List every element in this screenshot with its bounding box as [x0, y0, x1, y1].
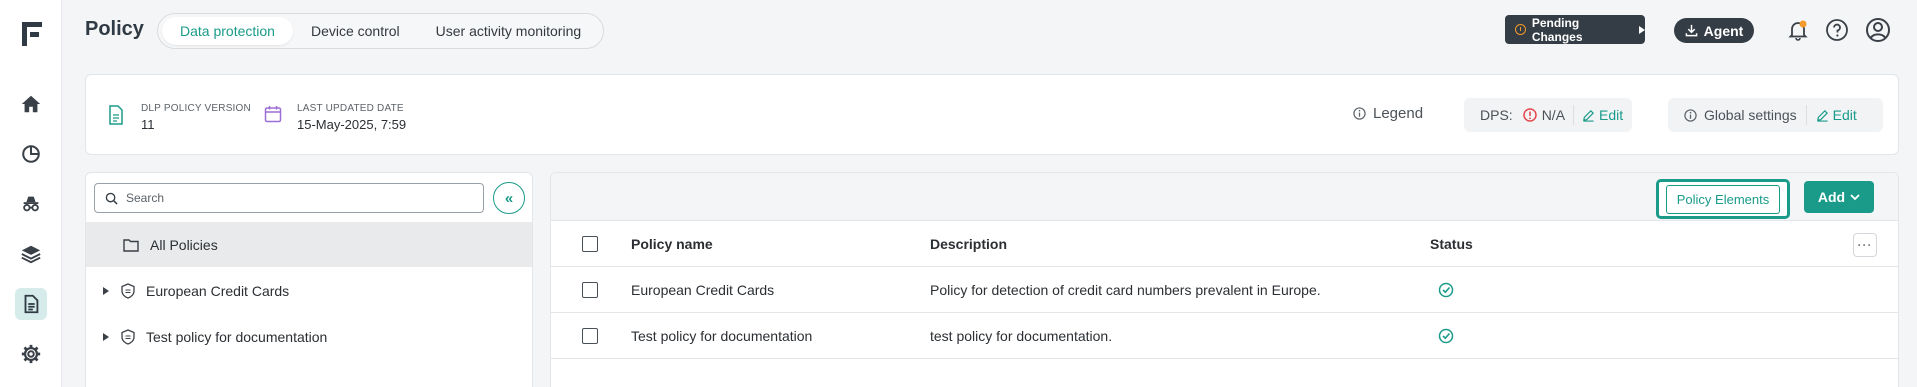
description-cell: Policy for detection of credit card numb… — [930, 281, 1321, 298]
add-label: Add — [1817, 189, 1846, 205]
tree-item-european-credit-cards[interactable]: European Credit Cards — [86, 268, 532, 313]
help-question-icon[interactable] — [1824, 17, 1850, 43]
document-icon — [109, 105, 123, 125]
tree-item-label: Test policy for documentation — [146, 328, 328, 345]
collapse-panel-button[interactable]: « — [493, 182, 525, 214]
expand-caret-icon[interactable] — [103, 332, 109, 341]
policy-tabs: Data protection Device control User acti… — [157, 13, 605, 49]
add-button[interactable]: Add — [1804, 181, 1874, 213]
shield-icon — [121, 328, 135, 345]
tree-item-label: European Credit Cards — [146, 282, 290, 299]
dps-label: DPS: — [1480, 107, 1513, 123]
policy-tree-panel: « All Policies European Credit Cards Tes… — [85, 172, 533, 387]
policy-info-bar: DLP POLICY VERSION 11 LAST UPDATED DATE … — [85, 74, 1899, 155]
global-settings-edit-label: Edit — [1832, 107, 1857, 123]
legend-button[interactable]: Legend — [1353, 105, 1423, 122]
tree-item-all-policies[interactable]: All Policies — [86, 222, 532, 267]
last-updated-label: LAST UPDATED DATE — [297, 103, 404, 114]
policy-name-cell[interactable]: Test policy for documentation — [631, 328, 812, 344]
download-icon — [1685, 24, 1698, 37]
agent-label: Agent — [1703, 22, 1744, 39]
tab-device-control[interactable]: Device control — [293, 17, 418, 45]
policy-elements-button[interactable]: Policy Elements — [1656, 179, 1790, 219]
dps-panel: DPS: N/A Edit — [1464, 98, 1632, 132]
left-nav-rail — [0, 0, 62, 387]
error-icon — [1522, 108, 1537, 122]
user-avatar-icon[interactable] — [1865, 17, 1891, 43]
column-header-status[interactable]: Status — [1430, 236, 1473, 252]
policy-table-panel: Policy Elements Add Policy name Descript… — [550, 172, 1899, 387]
incognito-spy-icon[interactable] — [15, 188, 47, 220]
global-settings-panel: Global settings Edit — [1668, 98, 1883, 132]
dps-value: N/A — [1541, 107, 1566, 123]
legend-label: Legend — [1373, 105, 1424, 122]
policy-document-icon[interactable] — [15, 288, 47, 320]
info-icon — [1353, 107, 1366, 120]
search-icon — [105, 192, 118, 205]
agent-download-button[interactable]: Agent — [1674, 18, 1754, 43]
dps-edit-label: Edit — [1599, 107, 1624, 123]
warning-circle-icon — [1515, 24, 1526, 35]
play-arrow-icon — [1639, 25, 1645, 34]
policy-version: DLP POLICY VERSION 11 — [141, 103, 251, 132]
global-settings-label: Global settings — [1704, 107, 1797, 123]
calendar-icon — [264, 106, 282, 123]
row-checkbox[interactable] — [582, 281, 598, 298]
home-icon[interactable] — [15, 88, 47, 120]
folder-icon — [123, 238, 139, 252]
pencil-icon — [1816, 109, 1828, 122]
select-all-checkbox[interactable] — [582, 235, 598, 252]
tab-data-protection[interactable]: Data protection — [162, 17, 293, 45]
pending-changes-button[interactable]: Pending Changes — [1505, 15, 1645, 44]
brand-logo-icon[interactable] — [20, 20, 44, 48]
pending-changes-label: Pending Changes — [1531, 15, 1583, 44]
policy-version-value: 11 — [141, 117, 155, 132]
layers-icon[interactable] — [15, 238, 47, 270]
dashboard-pie-icon[interactable] — [15, 138, 47, 170]
divider — [1805, 105, 1807, 125]
search-box — [94, 183, 484, 213]
tab-user-activity-monitoring[interactable]: User activity monitoring — [418, 17, 600, 45]
settings-gear-icon[interactable] — [15, 338, 47, 370]
last-updated-value: 15-May-2025, 7:59 — [297, 117, 407, 132]
global-settings-edit-button[interactable]: Edit — [1816, 107, 1857, 123]
info-icon — [1684, 108, 1697, 122]
tree-item-label: All Policies — [150, 236, 218, 253]
status-check-icon — [1438, 328, 1454, 343]
description-cell: test policy for documentation. — [930, 327, 1113, 344]
status-check-icon — [1438, 282, 1454, 297]
table-header-row: Policy name Description Status ··· — [551, 221, 1898, 267]
search-input[interactable] — [126, 191, 466, 205]
column-header-description[interactable]: Description — [930, 236, 1007, 252]
chevron-down-icon — [1850, 193, 1860, 200]
dps-status: N/A — [1522, 107, 1566, 123]
column-header-policy-name[interactable]: Policy name — [631, 236, 713, 252]
dps-edit-button[interactable]: Edit — [1582, 107, 1623, 123]
policy-version-label: DLP POLICY VERSION — [141, 103, 251, 114]
last-updated: LAST UPDATED DATE 15-May-2025, 7:59 — [297, 103, 406, 132]
more-options-button[interactable]: ··· — [1853, 233, 1877, 257]
page-title: Policy — [85, 18, 144, 40]
policy-elements-label: Policy Elements — [1665, 184, 1781, 214]
policy-name-cell[interactable]: European Credit Cards — [631, 282, 774, 298]
table-row[interactable]: European Credit Cards Policy for detecti… — [551, 267, 1898, 313]
shield-icon — [121, 282, 135, 299]
notification-bell-icon[interactable] — [1785, 17, 1811, 43]
row-checkbox[interactable] — [582, 327, 598, 344]
pencil-icon — [1583, 109, 1595, 122]
table-toolbar: Policy Elements Add — [551, 173, 1898, 221]
table-row[interactable]: Test policy for documentation test polic… — [551, 313, 1898, 359]
tree-item-test-policy[interactable]: Test policy for documentation — [86, 314, 532, 359]
expand-caret-icon[interactable] — [103, 286, 109, 295]
divider — [1573, 105, 1575, 125]
